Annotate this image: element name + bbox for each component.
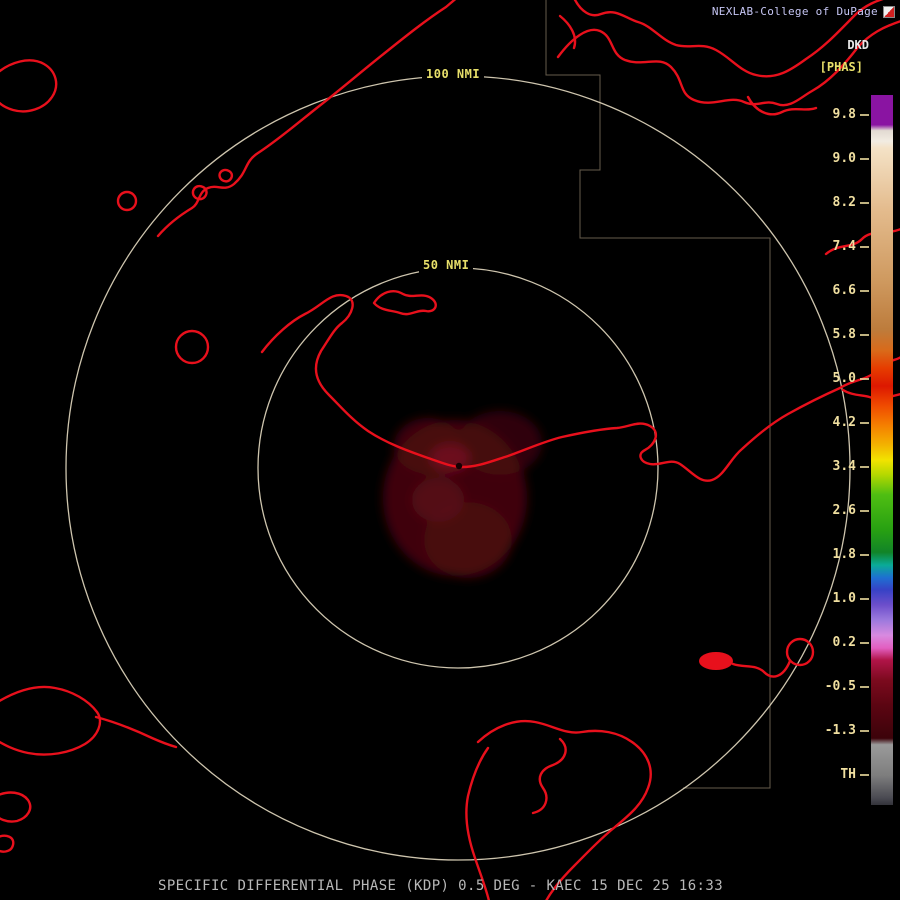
scale-label: 1.8	[833, 548, 856, 562]
scale-label: 9.8	[833, 108, 856, 122]
color-gradient-bar	[871, 95, 893, 805]
scale-label: TH	[840, 768, 856, 782]
scale-label: 3.4	[833, 460, 856, 474]
color-scale: 9.8 9.0 8.2 7.4 6.6 5.8 5.0 4.2 3.4 2.6 …	[830, 0, 900, 830]
range-ring-label-50nmi: 50 NMI	[419, 257, 473, 273]
scale-label: 8.2	[833, 196, 856, 210]
scale-label: 5.0	[833, 372, 856, 386]
radar-map	[0, 0, 900, 900]
scale-label: 1.0	[833, 592, 856, 606]
scale-label: 6.6	[833, 284, 856, 298]
scale-label: 2.6	[833, 504, 856, 518]
scale-label: -1.3	[825, 724, 856, 738]
nexlab-logo-icon	[883, 6, 895, 18]
brand-text: NEXLAB-College of DuPage	[712, 5, 878, 18]
product-units-label: [PHAS]	[820, 60, 863, 74]
scale-label: 4.2	[833, 416, 856, 430]
scale-label: -0.5	[825, 680, 856, 694]
product-caption: SPECIFIC DIFFERENTIAL PHASE (KDP) 0.5 DE…	[158, 878, 723, 894]
scale-label: 7.4	[833, 240, 856, 254]
range-ring-label-100nmi: 100 NMI	[422, 66, 484, 82]
radar-site-marker	[456, 463, 462, 469]
scale-label: 5.8	[833, 328, 856, 342]
radar-display: 50 NMI 100 NMI NEXLAB-College of DuPage …	[0, 0, 900, 900]
header: NEXLAB-College of DuPage	[712, 5, 895, 18]
scale-label: 9.0	[833, 152, 856, 166]
kdp-echo-region	[383, 411, 542, 578]
county-boundary-lines	[546, 0, 770, 788]
scale-label: 0.2	[833, 636, 856, 650]
product-code-label: DKD	[847, 38, 869, 52]
